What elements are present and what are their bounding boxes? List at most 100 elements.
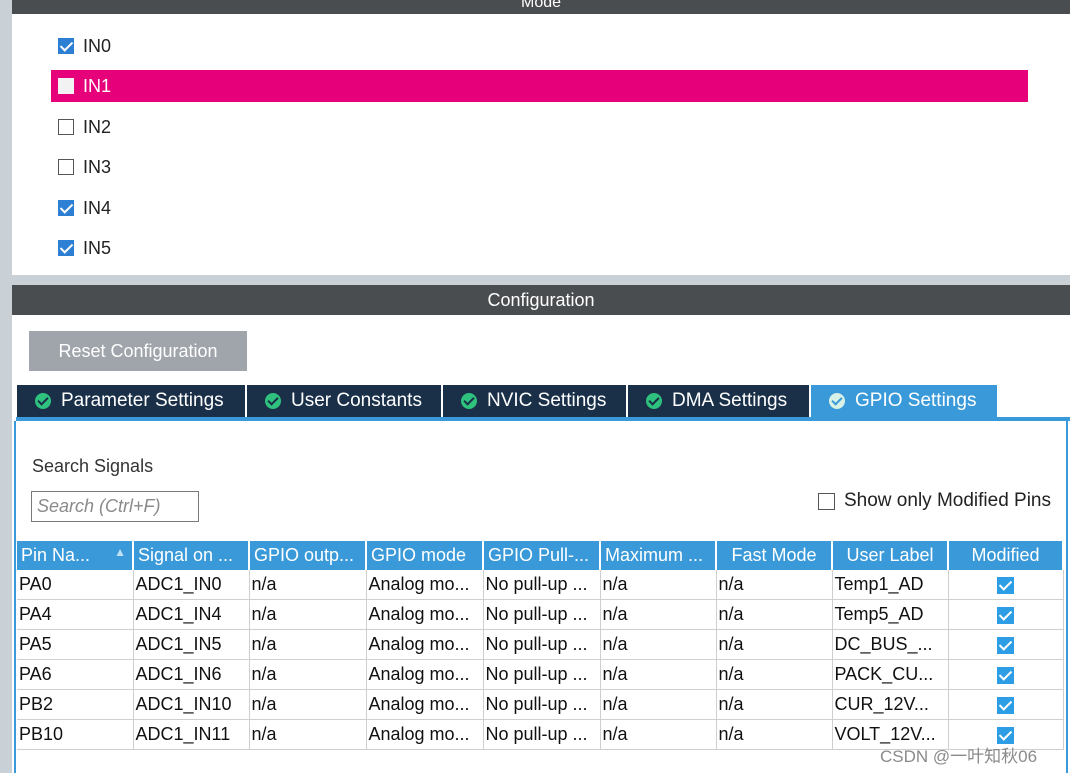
column-header-modified[interactable]: Modified bbox=[948, 541, 1064, 570]
checkbox-unchecked-icon[interactable] bbox=[58, 78, 74, 94]
checkbox-unchecked-icon[interactable] bbox=[818, 492, 835, 510]
checkbox-checked-icon[interactable] bbox=[997, 636, 1014, 654]
fast-mode-cell: n/a bbox=[716, 719, 833, 750]
column-header-gpio-mode[interactable]: GPIO mode bbox=[366, 541, 484, 570]
tab-user-constants[interactable]: User Constants bbox=[247, 385, 441, 417]
pin-name-cell: PB2 bbox=[17, 689, 134, 720]
show-only-modified-pins[interactable]: Show only Modified Pins bbox=[818, 490, 1051, 512]
reset-configuration-button[interactable]: Reset Configuration bbox=[29, 331, 247, 371]
fast-mode-cell: n/a bbox=[716, 659, 833, 690]
fast-mode-cell: n/a bbox=[716, 689, 833, 720]
signal-cell: ADC1_IN0 bbox=[133, 570, 250, 600]
mode-item-label: IN5 bbox=[83, 237, 112, 258]
fast-mode-cell: n/a bbox=[716, 570, 833, 600]
table-row[interactable]: PB2 ADC1_IN10 n/a Analog mo... No pull-u… bbox=[17, 689, 1064, 720]
gpio-output-cell: n/a bbox=[249, 570, 367, 600]
checkbox-unchecked-icon[interactable] bbox=[58, 159, 74, 175]
gpio-output-cell: n/a bbox=[249, 719, 367, 750]
checkbox-unchecked-icon[interactable] bbox=[58, 119, 74, 135]
mode-item-label: IN4 bbox=[83, 197, 112, 218]
column-header-pin-name[interactable]: Pin Na... ▲ bbox=[17, 541, 134, 570]
maximum-cell: n/a bbox=[600, 629, 717, 660]
tab-parameter-settings[interactable]: Parameter Settings bbox=[17, 385, 245, 417]
user-label-cell: PACK_CU... bbox=[832, 659, 949, 690]
column-header-maximum[interactable]: Maximum ... bbox=[600, 541, 717, 570]
checkbox-checked-icon[interactable] bbox=[997, 576, 1014, 594]
maximum-cell: n/a bbox=[600, 570, 717, 600]
checkbox-checked-icon[interactable] bbox=[58, 240, 74, 256]
gpio-mode-cell: Analog mo... bbox=[366, 629, 484, 660]
pin-name-cell: PB10 bbox=[17, 719, 134, 750]
show-modified-label: Show only Modified Pins bbox=[844, 490, 1051, 511]
column-label: User Label bbox=[846, 545, 934, 565]
table-header-row: Pin Na... ▲ Signal on ... GPIO outp... GP… bbox=[17, 541, 1064, 570]
pin-name-cell: PA4 bbox=[17, 599, 134, 630]
gpio-pull-cell: No pull-up ... bbox=[483, 659, 601, 690]
table-row[interactable]: PA0 ADC1_IN0 n/a Analog mo... No pull-up… bbox=[17, 570, 1064, 600]
mode-item-in2[interactable]: IN2 bbox=[51, 111, 1028, 143]
column-header-signal[interactable]: Signal on ... bbox=[133, 541, 250, 570]
sort-arrows-icon[interactable]: ▲ bbox=[114, 545, 126, 559]
gpio-mode-cell: Analog mo... bbox=[366, 719, 484, 750]
tab-gpio-settings[interactable]: GPIO Settings bbox=[811, 385, 997, 417]
pin-name-cell: PA0 bbox=[17, 570, 134, 600]
gpio-pull-cell: No pull-up ... bbox=[483, 599, 601, 630]
checkbox-checked-icon[interactable] bbox=[997, 666, 1014, 684]
gpio-pull-cell: No pull-up ... bbox=[483, 719, 601, 750]
user-label-cell: DC_BUS_... bbox=[832, 629, 949, 660]
column-header-gpio-pull[interactable]: GPIO Pull-... bbox=[483, 541, 601, 570]
fast-mode-cell: n/a bbox=[716, 599, 833, 630]
signal-cell: ADC1_IN4 bbox=[133, 599, 250, 630]
table-row[interactable]: PA5 ADC1_IN5 n/a Analog mo... No pull-up… bbox=[17, 629, 1064, 660]
mode-item-in4[interactable]: IN4 bbox=[51, 192, 1028, 224]
pin-name-cell: PA6 bbox=[17, 659, 134, 690]
mode-header: Mode bbox=[12, 0, 1070, 14]
section-separator bbox=[12, 275, 1070, 285]
gpio-mode-cell: Analog mo... bbox=[366, 659, 484, 690]
checkbox-checked-icon[interactable] bbox=[58, 38, 74, 54]
check-circle-icon bbox=[35, 393, 51, 409]
modified-cell bbox=[948, 689, 1064, 720]
mode-item-in0[interactable]: IN0 bbox=[51, 30, 1028, 62]
check-circle-icon bbox=[829, 393, 845, 409]
column-label: Signal on ... bbox=[138, 545, 234, 565]
gpio-pull-cell: No pull-up ... bbox=[483, 629, 601, 660]
tab-dma-settings[interactable]: DMA Settings bbox=[628, 385, 809, 417]
checkbox-checked-icon[interactable] bbox=[997, 606, 1014, 624]
mode-item-in5[interactable]: IN5 bbox=[51, 232, 1028, 264]
checkbox-checked-icon[interactable] bbox=[58, 200, 74, 216]
signal-cell: ADC1_IN11 bbox=[133, 719, 250, 750]
check-circle-icon bbox=[265, 393, 281, 409]
table-row[interactable]: PA6 ADC1_IN6 n/a Analog mo... No pull-up… bbox=[17, 659, 1064, 690]
checkbox-checked-icon[interactable] bbox=[997, 696, 1014, 714]
pin-name-cell: PA5 bbox=[17, 629, 134, 660]
tab-nvic-settings[interactable]: NVIC Settings bbox=[443, 385, 626, 417]
search-signals-input[interactable] bbox=[31, 491, 199, 522]
tab-label: NVIC Settings bbox=[487, 390, 607, 411]
tab-label: DMA Settings bbox=[672, 390, 788, 411]
table-row[interactable]: PA4 ADC1_IN4 n/a Analog mo... No pull-up… bbox=[17, 599, 1064, 630]
gpio-output-cell: n/a bbox=[249, 599, 367, 630]
mode-item-label: IN2 bbox=[83, 116, 112, 137]
gpio-mode-cell: Analog mo... bbox=[366, 689, 484, 720]
modified-cell bbox=[948, 599, 1064, 630]
column-header-user-label[interactable]: User Label bbox=[832, 541, 949, 570]
gpio-pins-table: Pin Na... ▲ Signal on ... GPIO outp... GP… bbox=[17, 541, 1064, 750]
column-header-gpio-output[interactable]: GPIO outp... bbox=[249, 541, 367, 570]
check-circle-icon bbox=[461, 393, 477, 409]
gpio-output-cell: n/a bbox=[249, 659, 367, 690]
maximum-cell: n/a bbox=[600, 659, 717, 690]
column-header-fast-mode[interactable]: Fast Mode bbox=[716, 541, 833, 570]
modified-cell bbox=[948, 659, 1064, 690]
tab-label: Parameter Settings bbox=[61, 390, 224, 411]
check-circle-icon bbox=[646, 393, 662, 409]
tab-label: GPIO Settings bbox=[855, 390, 977, 411]
tab-label: User Constants bbox=[291, 390, 422, 411]
modified-cell bbox=[948, 570, 1064, 600]
mode-item-in3[interactable]: IN3 bbox=[51, 151, 1028, 183]
gpio-mode-cell: Analog mo... bbox=[366, 570, 484, 600]
mode-item-label: IN1 bbox=[83, 75, 112, 96]
gpio-output-cell: n/a bbox=[249, 689, 367, 720]
mode-item-label: IN0 bbox=[83, 35, 112, 56]
mode-item-in1[interactable]: IN1 bbox=[51, 70, 1028, 102]
